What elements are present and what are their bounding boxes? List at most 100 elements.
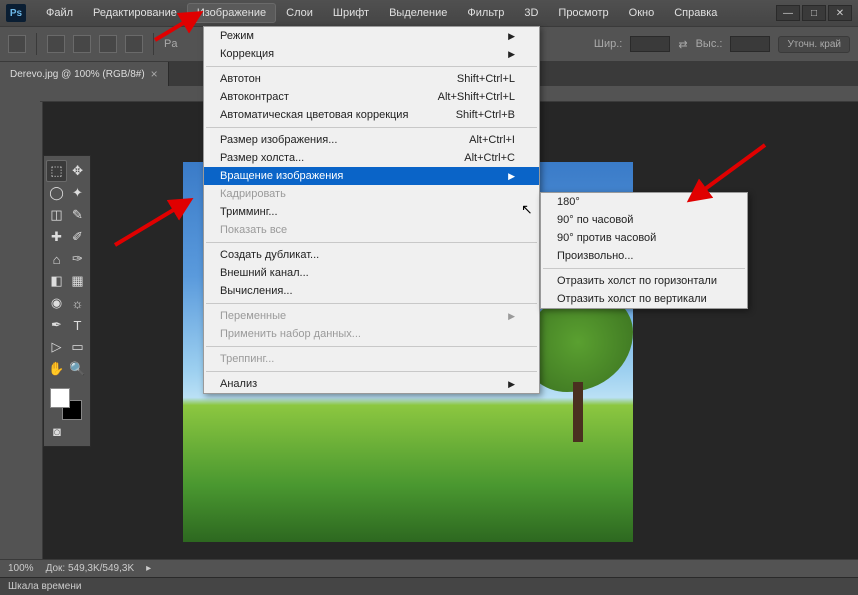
marquee-tool[interactable]: ⬚ xyxy=(46,160,67,182)
menu-item-label: Тримминг... xyxy=(220,206,278,218)
type-tool[interactable]: T xyxy=(67,314,88,336)
blur-tool[interactable]: ◉ xyxy=(46,292,67,314)
refine-edge-button[interactable]: Уточн. край xyxy=(778,36,850,53)
statusbar: 100% Док: 549,3K/549,3K ▸ xyxy=(0,559,858,577)
menu-item-label: Показать все xyxy=(220,224,287,236)
menu-layers[interactable]: Слои xyxy=(276,3,323,23)
menu-shortcut: Alt+Ctrl+I xyxy=(439,134,515,146)
crop-tool[interactable]: ◫ xyxy=(46,204,67,226)
menu-item-label: Отразить холст по горизонтали xyxy=(557,275,717,287)
cursor-icon: ↖ xyxy=(521,201,533,218)
menu-item-label: 180° xyxy=(557,196,580,208)
menu-item-label: Треппинг... xyxy=(220,353,274,365)
window-controls: — □ ✕ xyxy=(776,5,852,21)
menu-item-label: Автотон xyxy=(220,73,261,85)
document-tab[interactable]: Derevo.jpg @ 100% (RGB/8#) × xyxy=(0,62,169,86)
pen-tool[interactable]: ✒ xyxy=(46,314,67,336)
menu-item-label: Размер холста... xyxy=(220,152,304,164)
menu-item[interactable]: АвтотонShift+Ctrl+L xyxy=(204,70,539,88)
menu-item[interactable]: Создать дубликат... xyxy=(204,246,539,264)
menu-separator xyxy=(206,242,537,243)
heal-tool[interactable]: ✚ xyxy=(46,226,67,248)
color-swatches xyxy=(46,386,88,420)
submenu-arrow-icon: ▶ xyxy=(478,49,515,60)
menu-item[interactable]: Произвольно... xyxy=(541,247,747,265)
menu-item-label: Коррекция xyxy=(220,48,274,60)
menu-item-label: Режим xyxy=(220,30,254,42)
menu-item[interactable]: 90° по часовой xyxy=(541,211,747,229)
menu-item[interactable]: Размер холста... Alt+Ctrl+C xyxy=(204,149,539,167)
height-field[interactable] xyxy=(730,36,770,52)
sel-mode-new-icon[interactable] xyxy=(47,35,65,53)
menu-view[interactable]: Просмотр xyxy=(548,3,618,23)
menu-item[interactable]: Тримминг... xyxy=(204,203,539,221)
tab-close-icon[interactable]: × xyxy=(151,67,158,81)
sel-mode-add-icon[interactable] xyxy=(73,35,91,53)
menu-separator xyxy=(543,268,745,269)
menu-item[interactable]: Автоматическая цветовая коррекцияShift+C… xyxy=(204,106,539,124)
eraser-tool[interactable]: ◧ xyxy=(46,270,67,292)
sel-mode-sub-icon[interactable] xyxy=(99,35,117,53)
menu-item: Кадрировать xyxy=(204,185,539,203)
close-button[interactable]: ✕ xyxy=(828,5,852,21)
menu-item: Показать все xyxy=(204,221,539,239)
tab-title: Derevo.jpg @ 100% (RGB/8#) xyxy=(10,69,145,80)
menu-item[interactable]: Вычисления... xyxy=(204,282,539,300)
sel-mode-int-icon[interactable] xyxy=(125,35,143,53)
menu-separator xyxy=(206,66,537,67)
swap-icon[interactable]: ⇄ xyxy=(678,38,687,51)
menu-window[interactable]: Окно xyxy=(619,3,665,23)
submenu-arrow-icon: ▶ xyxy=(478,31,515,42)
eyedropper-tool[interactable]: ✎ xyxy=(67,204,88,226)
menu-item[interactable]: 90° против часовой xyxy=(541,229,747,247)
foreground-color-swatch[interactable] xyxy=(50,388,70,408)
quickmask-tool[interactable]: ◙ xyxy=(46,420,68,442)
menu-item[interactable]: Отразить холст по вертикали xyxy=(541,290,747,308)
lasso-tool[interactable]: ◯ xyxy=(46,182,67,204)
status-arrow-icon[interactable]: ▸ xyxy=(146,563,151,574)
tool-preset-icon[interactable] xyxy=(8,35,26,53)
hand-tool[interactable]: ✋ xyxy=(46,358,67,380)
history-tool[interactable]: ✑ xyxy=(67,248,88,270)
stamp-tool[interactable]: ⌂ xyxy=(46,248,67,270)
menu-item-label: Применить набор данных... xyxy=(220,328,361,340)
dodge-tool[interactable]: ☼ xyxy=(67,292,88,314)
submenu-arrow-icon: ▶ xyxy=(478,171,515,182)
menu-item[interactable]: Размер изображения...Alt+Ctrl+I xyxy=(204,131,539,149)
menu-file[interactable]: Файл xyxy=(36,3,83,23)
gradient-tool[interactable]: ▦ xyxy=(67,270,88,292)
ruler-vertical[interactable] xyxy=(27,102,43,559)
menu-select[interactable]: Выделение xyxy=(379,3,457,23)
menu-type[interactable]: Шрифт xyxy=(323,3,379,23)
menu-help[interactable]: Справка xyxy=(664,3,727,23)
doc-info[interactable]: Док: 549,3K/549,3K xyxy=(46,563,135,574)
menu-item[interactable]: Внешний канал... xyxy=(204,264,539,282)
width-field[interactable] xyxy=(630,36,670,52)
path-tool[interactable]: ▷ xyxy=(46,336,67,358)
menu-item[interactable]: АвтоконтрастAlt+Shift+Ctrl+L xyxy=(204,88,539,106)
shape-tool[interactable]: ▭ xyxy=(67,336,88,358)
menu-filter[interactable]: Фильтр xyxy=(457,3,514,23)
zoom-tool[interactable]: 🔍 xyxy=(67,358,88,380)
zoom-level[interactable]: 100% xyxy=(8,563,34,574)
menu-item: Применить набор данных... xyxy=(204,325,539,343)
menu-item-label: Вращение изображения xyxy=(220,170,343,182)
menu-separator xyxy=(206,303,537,304)
brush-tool[interactable]: ✐ xyxy=(67,226,88,248)
menu-item[interactable]: Режим ▶ xyxy=(204,27,539,45)
menu-item[interactable]: Анализ▶ xyxy=(204,375,539,393)
menu-item-label: Вычисления... xyxy=(220,285,293,297)
menu-shortcut: Alt+Ctrl+C xyxy=(434,152,515,164)
wand-tool[interactable]: ✦ xyxy=(67,182,88,204)
menu-item-label: Произвольно... xyxy=(557,250,633,262)
menu-3d[interactable]: 3D xyxy=(514,3,548,23)
menu-item[interactable]: Вращение изображения ▶ xyxy=(204,167,539,185)
menu-item-label: 90° по часовой xyxy=(557,214,633,226)
menu-item[interactable]: Отразить холст по горизонтали xyxy=(541,272,747,290)
timeline-panel[interactable]: Шкала времени xyxy=(0,577,858,595)
menu-separator xyxy=(206,371,537,372)
minimize-button[interactable]: — xyxy=(776,5,800,21)
menu-item[interactable]: Коррекция ▶ xyxy=(204,45,539,63)
move-tool[interactable]: ✥ xyxy=(67,160,88,182)
maximize-button[interactable]: □ xyxy=(802,5,826,21)
